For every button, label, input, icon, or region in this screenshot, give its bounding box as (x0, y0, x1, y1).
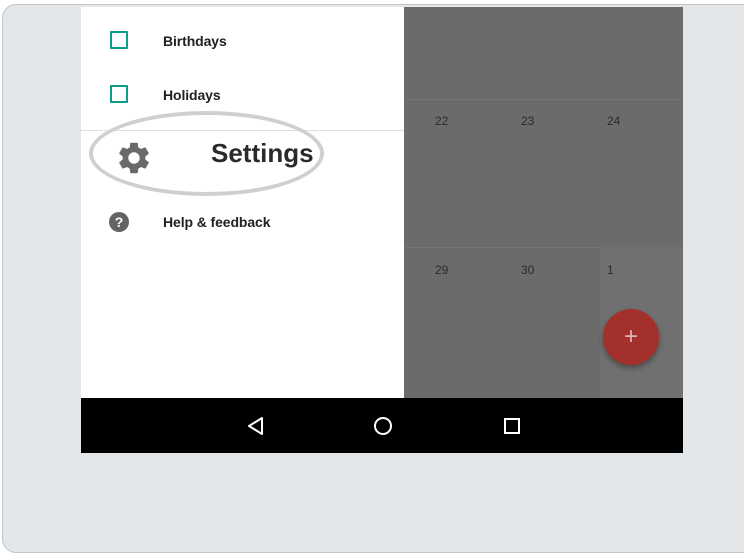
recents-icon[interactable] (498, 412, 526, 440)
day-cell-30[interactable]: 30 (521, 263, 534, 277)
calendar-item-birthdays[interactable]: Birthdays (81, 7, 404, 70)
help-feedback-label: Help & feedback (163, 214, 271, 230)
day-cell-24[interactable]: 24 (607, 114, 620, 128)
day-cell-22[interactable]: 22 (435, 114, 448, 128)
phone-screen: Birthdays Holidays Settings ? Help & fee… (81, 7, 683, 453)
holidays-label: Holidays (163, 87, 221, 103)
day-cell-29[interactable]: 29 (435, 263, 448, 277)
add-event-button[interactable]: + (603, 309, 659, 365)
navigation-drawer: Birthdays Holidays Settings ? Help & fee… (81, 7, 404, 398)
home-icon[interactable] (369, 412, 397, 440)
back-icon[interactable] (242, 412, 270, 440)
day-cell-1[interactable]: 1 (607, 263, 614, 277)
birthdays-checkbox[interactable] (110, 31, 128, 49)
help-feedback-item[interactable]: ? Help & feedback (81, 202, 404, 242)
holidays-checkbox[interactable] (110, 85, 128, 103)
birthdays-label: Birthdays (163, 33, 227, 49)
help-icon: ? (109, 212, 129, 232)
day-cell-23[interactable]: 23 (521, 114, 534, 128)
grid-line (404, 99, 683, 100)
settings-label[interactable]: Settings (211, 138, 314, 169)
add-icon: + (623, 323, 638, 350)
gear-icon (115, 139, 153, 177)
system-nav-bar (81, 398, 683, 453)
